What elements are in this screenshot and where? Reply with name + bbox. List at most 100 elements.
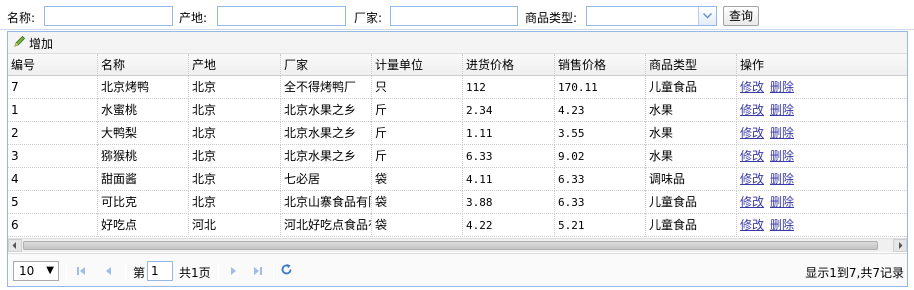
cell-unit: 袋 (372, 168, 463, 191)
cell-unit: 斤 (372, 122, 463, 145)
cell-actions: 修改 删除 (737, 168, 907, 191)
edit-link[interactable]: 修改 (740, 218, 764, 232)
table-row[interactable]: 2 大鸭梨 北京 北京水果之乡 斤 1.11 3.55 水果 修改 删除 (8, 122, 907, 145)
toolbar: 增加 (8, 32, 907, 54)
cell-unit: 袋 (372, 214, 463, 237)
maker-input[interactable] (390, 6, 518, 26)
cell-name: 甜面酱 (98, 168, 189, 191)
delete-link[interactable]: 删除 (770, 80, 794, 94)
cell-maker: 北京水果之乡 (281, 99, 372, 122)
cell-category: 水果 (646, 145, 737, 168)
datagrid-panel: 增加 编号 名称 产地 厂家 计量单位 进货价格 销售价格 商品类型 操作 7 … (7, 31, 908, 287)
scroll-left-button[interactable] (8, 239, 22, 252)
cell-maker: 北京山寨食品有限 (281, 191, 372, 214)
cell-unit: 斤 (372, 99, 463, 122)
cell-sale-price: 6.33 (555, 168, 646, 191)
name-label: 名称: (7, 11, 36, 25)
table-row[interactable]: 6 好吃点 河北 河北好吃点食品有限 袋 4.22 5.21 儿童食品 修改删除 (8, 214, 907, 237)
horizontal-scrollbar[interactable] (8, 238, 907, 252)
cell-maker: 河北好吃点食品有限 (281, 214, 372, 237)
pager-separator (218, 262, 219, 280)
cell-actions: 修改 删除 (737, 99, 907, 122)
origin-label: 产地: (179, 11, 208, 25)
maker-label: 厂家: (354, 11, 383, 25)
cell-sale-price: 170.11 (555, 76, 646, 99)
arrow-right-icon (899, 242, 903, 249)
edit-link[interactable]: 修改 (740, 172, 764, 186)
first-page-icon[interactable] (76, 265, 87, 279)
caret-down-icon: ▼ (46, 265, 54, 276)
cell-id: 5 (8, 191, 98, 214)
page-total: 共1页 (179, 266, 211, 280)
category-select[interactable] (586, 6, 717, 26)
cell-sale-price: 6.33 (555, 191, 646, 214)
cell-sale-price: 5.21 (555, 214, 646, 237)
cell-name: 北京烤鸭 (98, 76, 189, 99)
next-page-icon[interactable] (228, 265, 238, 279)
edit-link[interactable]: 修改 (740, 103, 764, 117)
cell-id: 6 (8, 214, 98, 237)
column-header-purchase-price[interactable]: 进货价格 (463, 54, 555, 76)
cell-name: 好吃点 (98, 214, 189, 237)
search-bar: 名称: 产地: 厂家: 商品类型: 查询 (0, 0, 914, 30)
cell-origin: 北京 (189, 122, 281, 145)
cell-purchase-price: 112 (463, 76, 555, 99)
pager-separator (125, 262, 126, 280)
cell-actions: 修改 删除 (737, 145, 907, 168)
delete-link[interactable]: 删除 (770, 218, 794, 232)
cell-category: 儿童食品 (646, 214, 737, 237)
cell-origin: 北京 (189, 191, 281, 214)
cell-sale-price: 9.02 (555, 145, 646, 168)
prev-page-icon[interactable] (104, 265, 114, 279)
cell-origin: 北京 (189, 145, 281, 168)
column-header-id[interactable]: 编号 (8, 54, 98, 76)
scroll-right-button[interactable] (893, 239, 907, 252)
delete-link[interactable]: 删除 (770, 172, 794, 186)
cell-category: 儿童食品 (646, 191, 737, 214)
query-button[interactable]: 查询 (723, 6, 759, 26)
table-row[interactable]: 1 水蜜桃 北京 北京水果之乡 斤 2.34 4.23 水果 修改 删除 (8, 99, 907, 122)
delete-link[interactable]: 删除 (770, 149, 794, 163)
cell-purchase-price: 6.33 (463, 145, 555, 168)
origin-input[interactable] (217, 6, 346, 26)
cell-origin: 北京 (189, 99, 281, 122)
refresh-icon[interactable] (280, 263, 293, 279)
scroll-thumb[interactable] (23, 241, 878, 250)
pagination-bar: 10 ▼ 第 1 共1页 显示1到7,共7记录 (8, 253, 907, 286)
cell-category: 儿童食品 (646, 76, 737, 99)
table-row[interactable]: 7 北京烤鸭 北京 全不得烤鸭厂 只 112 170.11 儿童食品 修改 删除 (8, 76, 907, 99)
column-header-unit[interactable]: 计量单位 (372, 54, 463, 76)
page-size-value: 10 (19, 264, 35, 278)
edit-link[interactable]: 修改 (740, 80, 764, 94)
cell-maker: 北京水果之乡 (281, 122, 372, 145)
delete-link[interactable]: 删除 (770, 103, 794, 117)
column-header-origin[interactable]: 产地 (189, 54, 281, 76)
page-number-input[interactable]: 1 (147, 261, 173, 281)
column-header-maker[interactable]: 厂家 (281, 54, 372, 76)
edit-link[interactable]: 修改 (740, 149, 764, 163)
table-row[interactable]: 5 可比克 北京 北京山寨食品有限 袋 3.88 6.33 儿童食品 修改 删除 (8, 191, 907, 214)
cell-origin: 北京 (189, 76, 281, 99)
cell-id: 7 (8, 76, 98, 99)
column-header-name[interactable]: 名称 (98, 54, 189, 76)
cell-sale-price: 3.55 (555, 122, 646, 145)
cell-name: 可比克 (98, 191, 189, 214)
cell-sale-price: 4.23 (555, 99, 646, 122)
column-header-sale-price[interactable]: 销售价格 (555, 54, 646, 76)
edit-link[interactable]: 修改 (740, 195, 764, 209)
add-button[interactable]: 增加 (13, 35, 53, 51)
table-body: 7 北京烤鸭 北京 全不得烤鸭厂 只 112 170.11 儿童食品 修改 删除 … (8, 76, 907, 237)
cell-category: 水果 (646, 122, 737, 145)
delete-link[interactable]: 删除 (770, 126, 794, 140)
cell-actions: 修改 删除 (737, 191, 907, 214)
name-input[interactable] (44, 6, 173, 26)
delete-link[interactable]: 删除 (770, 195, 794, 209)
chevron-down-icon[interactable] (698, 7, 716, 25)
table-row[interactable]: 4 甜面酱 北京 七必居 袋 4.11 6.33 调味品 修改 删除 (8, 168, 907, 191)
column-header-category[interactable]: 商品类型 (646, 54, 737, 76)
add-button-label: 增加 (29, 36, 54, 51)
last-page-icon[interactable] (252, 265, 263, 279)
edit-link[interactable]: 修改 (740, 126, 764, 140)
table-row[interactable]: 3 猕猴桃 北京 北京水果之乡 斤 6.33 9.02 水果 修改 删除 (8, 145, 907, 168)
page-size-select[interactable]: 10 ▼ (13, 261, 59, 281)
